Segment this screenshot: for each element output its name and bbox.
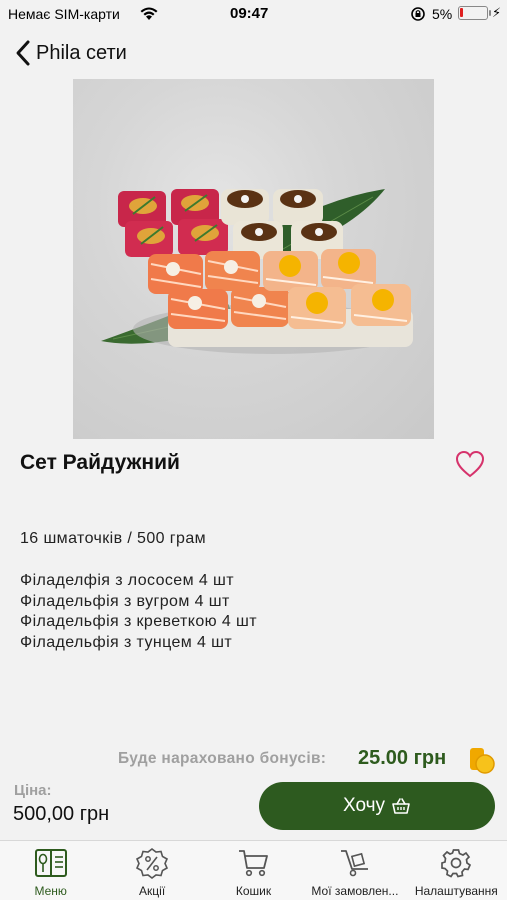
chevron-left-icon xyxy=(16,40,30,66)
tab-menu[interactable]: Меню xyxy=(0,841,101,900)
carrier-label: Немає SIM-карти xyxy=(8,6,120,22)
want-button-label: Хочу xyxy=(342,795,385,816)
basket-icon xyxy=(392,798,410,814)
battery-icon xyxy=(458,6,491,20)
wifi-icon xyxy=(140,7,158,20)
tab-settings[interactable]: Налаштування xyxy=(406,841,507,900)
coins-icon xyxy=(470,748,495,774)
tab-promotions[interactable]: Акції xyxy=(101,841,202,900)
tab-cart[interactable]: Кошик xyxy=(203,841,304,900)
tab-promotions-label: Акції xyxy=(139,884,166,898)
product-title: Сет Райдужний xyxy=(20,451,180,474)
cart-icon xyxy=(238,850,268,877)
orders-icon xyxy=(340,850,368,877)
tab-orders-label: Мої замовлен... xyxy=(311,884,399,898)
composition-item: Філадельфія з тунцем 4 шт xyxy=(20,633,233,651)
heart-icon[interactable] xyxy=(455,450,485,478)
product-composition: Філаделфія з лососем 4 шт Філадельфія з … xyxy=(20,571,257,653)
battery-percent: 5% xyxy=(432,6,453,22)
want-button[interactable]: Хочу xyxy=(259,782,495,830)
tab-bar: Меню Акції Кошик Мої замовлен... Налашту… xyxy=(0,840,507,900)
charging-icon: ⚡ xyxy=(492,5,502,20)
tab-cart-label: Кошик xyxy=(235,884,272,898)
bonus-label: Буде нараховано бонусів: xyxy=(118,750,327,767)
bonus-row: Буде нараховано бонусів: 25.00 грн xyxy=(0,742,507,778)
tab-settings-label: Налаштування xyxy=(414,884,498,898)
sushi-set-illustration xyxy=(101,189,413,354)
composition-item: Філадельфія з вугром 4 шт xyxy=(20,592,230,610)
price-label: Ціна: xyxy=(14,782,52,799)
menu-book-icon xyxy=(34,849,67,877)
discount-icon xyxy=(136,848,169,879)
clock: 09:47 xyxy=(230,5,269,22)
status-bar: Немає SIM-карти 09:47 5% ⚡ xyxy=(0,0,507,30)
back-button[interactable]: Phila сети xyxy=(12,38,127,68)
composition-item: Філаделфія з лососем 4 шт xyxy=(20,572,234,589)
bonus-value: 25.00 грн xyxy=(358,747,447,769)
price-value: 500,00 грн xyxy=(13,803,110,825)
product-weight: 16 шматочків / 500 грам xyxy=(20,530,207,547)
gear-icon xyxy=(441,849,472,878)
composition-item: Філадельфія з креветкою 4 шт xyxy=(20,613,257,630)
nav-header: Phila сети xyxy=(0,30,507,76)
tab-orders[interactable]: Мої замовлен... xyxy=(304,841,405,900)
back-label: Phila сети xyxy=(36,41,127,64)
product-image xyxy=(73,79,434,439)
tab-menu-label: Меню xyxy=(34,884,67,898)
rotation-lock-icon xyxy=(411,7,425,21)
